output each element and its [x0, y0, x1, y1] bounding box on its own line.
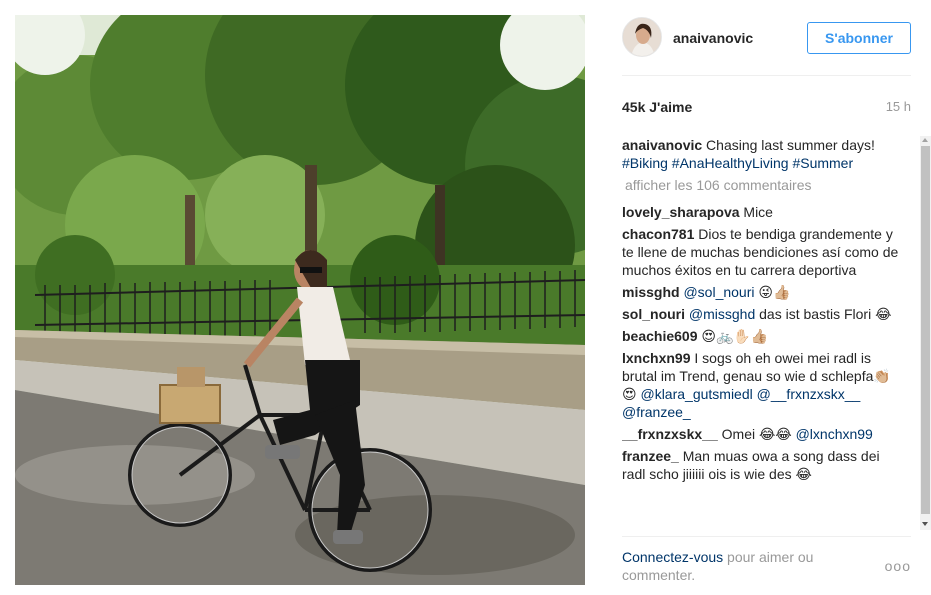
load-more-comments-link[interactable]: afficher les 106 commentaires [625, 176, 922, 194]
comments-scrollbar[interactable] [920, 136, 931, 530]
follow-button[interactable]: S'abonner [807, 22, 911, 54]
caption-text: Chasing last summer days! [706, 137, 875, 153]
avatar[interactable] [622, 17, 662, 57]
scroll-down-arrow-icon[interactable] [922, 522, 928, 526]
login-prompt: Connectez-vous pour aimer ou commenter. [622, 548, 842, 584]
post-header: anaivanovic S'abonner [607, 16, 911, 60]
avatar-image [623, 18, 661, 56]
comment-text: @sol_nouri 😜👍🏼 [683, 284, 791, 300]
comment-text: Omei 😂😂 @lxnchxn99 [721, 426, 873, 442]
comment-author[interactable]: lxnchxn99 [622, 350, 690, 366]
comment-text: Mice [743, 204, 773, 220]
comment-text: 😍🚲✋🏻👍🏼 [701, 328, 769, 344]
comment-item: lxnchxn99 I sogs oh eh owei mei radl is … [622, 349, 904, 421]
more-options-icon[interactable]: ooo [885, 558, 911, 574]
comment-item: chacon781 Dios te bendiga grandemente y … [622, 225, 904, 279]
mention-link[interactable]: @franzee_ [622, 404, 691, 420]
comment-item: franzee_ Man muas owa a song dass dei ra… [622, 447, 904, 483]
comment-author[interactable]: sol_nouri [622, 306, 685, 322]
mention-link[interactable]: @sol_nouri [683, 284, 754, 300]
comment-text: @missghd das ist bastis Flori 😂 [688, 306, 892, 322]
post-stats: 45k J'aime 15 h [622, 99, 911, 117]
caption: anaivanovic Chasing last summer days! #B… [622, 136, 904, 172]
mention-link[interactable]: @__frxnzxskx__ [757, 386, 861, 402]
mention-link[interactable]: @lxnchxn99 [796, 426, 873, 442]
post-side-panel: anaivanovic S'abonner 45k J'aime 15 h an… [607, 0, 931, 595]
comment-item: beachie609 😍🚲✋🏻👍🏼 [622, 327, 904, 345]
comment-author[interactable]: franzee_ [622, 448, 679, 464]
header-divider [622, 75, 911, 76]
post-photo[interactable] [15, 15, 585, 585]
mention-link[interactable]: @klara_gutsmiedl [640, 386, 752, 402]
login-link[interactable]: Connectez-vous [622, 549, 723, 565]
caption-author[interactable]: anaivanovic [622, 137, 702, 153]
comment-author[interactable]: lovely_sharapova [622, 204, 740, 220]
caption-hashtags[interactable]: #Biking #AnaHealthyLiving #Summer [622, 155, 853, 171]
comment-item: lovely_sharapova Mice [622, 203, 904, 221]
post-photo-illustration [15, 15, 585, 585]
post-footer: Connectez-vous pour aimer ou commenter. … [622, 548, 911, 588]
comments-list[interactable]: anaivanovic Chasing last summer days! #B… [622, 136, 922, 526]
comment-author[interactable]: chacon781 [622, 226, 694, 242]
comment-item: sol_nouri @missghd das ist bastis Flori … [622, 305, 904, 323]
comment-author[interactable]: missghd [622, 284, 680, 300]
footer-divider [622, 536, 911, 537]
comment-author[interactable]: __frxnzxskx__ [622, 426, 718, 442]
post-time[interactable]: 15 h [886, 99, 911, 114]
header-username[interactable]: anaivanovic [673, 30, 753, 46]
likes-count[interactable]: 45k J'aime [622, 99, 692, 115]
mention-link[interactable]: @missghd [689, 306, 755, 322]
comment-author[interactable]: beachie609 [622, 328, 698, 344]
scrollbar-thumb[interactable] [921, 146, 930, 514]
comment-item: missghd @sol_nouri 😜👍🏼 [622, 283, 904, 301]
scroll-up-arrow-icon[interactable] [922, 138, 928, 142]
comment-item: __frxnzxskx__ Omei 😂😂 @lxnchxn99 [622, 425, 904, 443]
